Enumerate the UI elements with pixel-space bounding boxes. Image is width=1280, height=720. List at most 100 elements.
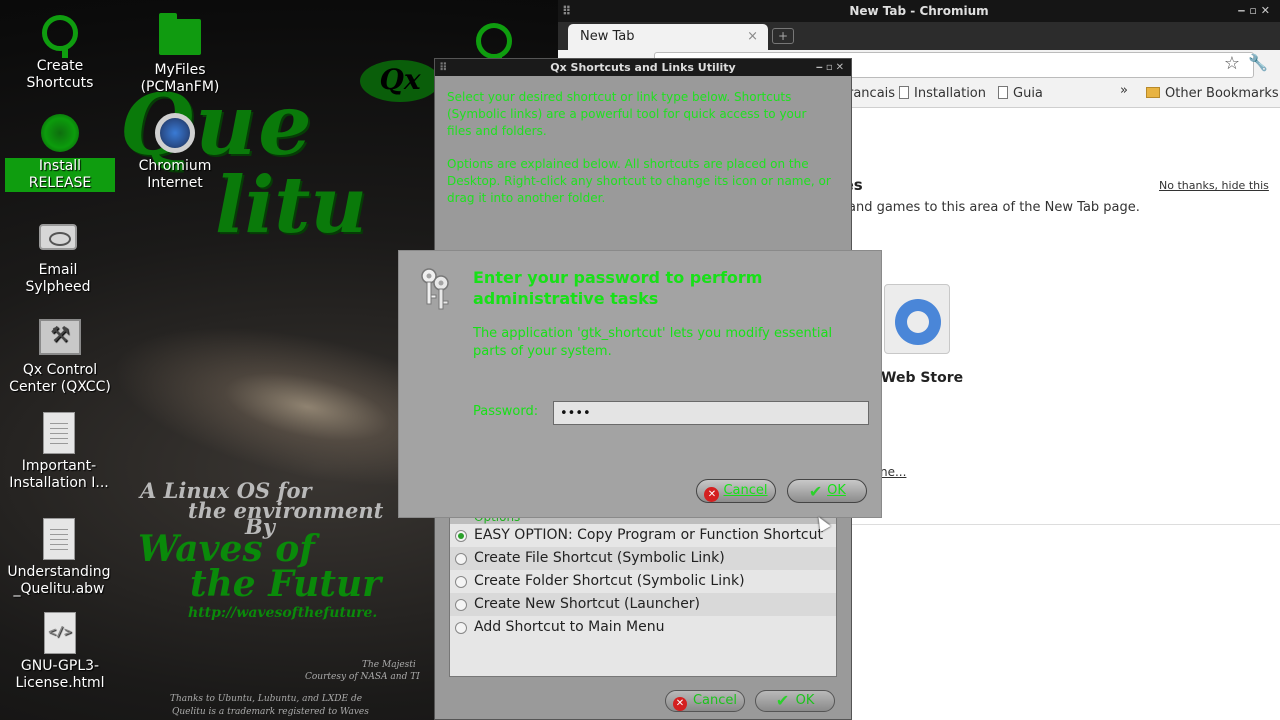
option-label: Create File Shortcut (Symbolic Link) [474, 550, 725, 566]
mail-icon [37, 216, 79, 258]
bookmark-label: Guia [1013, 86, 1043, 101]
wallpaper-qx-badge: Qx [360, 60, 440, 102]
option-new-launcher[interactable]: Create New Shortcut (Launcher) [450, 593, 836, 616]
desktop-icon-install-release[interactable]: Install RELEASE [5, 112, 115, 192]
wallpaper-credit-3: Thanks to Ubuntu, Lubuntu, and LXDE de [170, 694, 363, 704]
password-dialog-heading: Enter your password to perform administr… [473, 268, 763, 308]
chromium-tabstrip: New Tab × + [558, 22, 1280, 50]
chromium-icon [154, 112, 196, 154]
option-folder-shortcut[interactable]: Create Folder Shortcut (Symbolic Link) [450, 570, 836, 593]
desktop-icon-label: Understanding _Quelitu.abw [7, 564, 111, 597]
desktop-icon-label: GNU-GPL3-License.html [15, 658, 105, 691]
tools-icon: ⚒ [39, 316, 81, 358]
folder-icon [159, 13, 201, 58]
ok-button[interactable]: ✔ OK [787, 479, 867, 503]
password-dialog-description: The application 'gtk_shortcut' lets you … [473, 326, 833, 359]
tab-close-icon[interactable]: × [747, 24, 758, 50]
document-icon [38, 412, 80, 454]
install-disc-icon [39, 112, 81, 154]
cancel-icon: ✕ [704, 487, 720, 502]
qx-options-list: Options EASY OPTION: Copy Program or Fun… [449, 509, 837, 677]
desktop-icon-label: Chromium Internet [138, 158, 212, 191]
cancel-icon: ✕ [672, 697, 687, 711]
window-controls[interactable]: ‒▫✕ [1238, 0, 1274, 22]
qx-ok-button[interactable]: ✔ OK [755, 690, 835, 712]
qx-window-title: Qx Shortcuts and Links Utility [550, 61, 736, 74]
desktop-icon-myfiles[interactable]: MyFiles (PCManFM) [125, 13, 235, 96]
desktop-icon-chromium[interactable]: Chromium Internet [120, 112, 230, 192]
desktop-icon-label: Qx Control Center (QXCC) [9, 362, 111, 395]
qx-info-paragraph-2: Options are explained below. All shortcu… [447, 157, 831, 205]
cancel-button[interactable]: ✕ Cancel [696, 479, 776, 503]
qx-info-paragraph-1: Select your desired shortcut or link typ… [447, 90, 807, 138]
desktop-icon-gpl-license[interactable]: </> GNU-GPL3-License.html [5, 612, 115, 692]
desktop-icon-installation-doc[interactable]: Important-Installation I... [4, 412, 114, 492]
wallpaper-credit-1: The Majesti [362, 660, 416, 670]
password-field[interactable] [553, 401, 869, 425]
desktop-icon-label: Create Shortcuts [26, 58, 94, 91]
folder-icon [1146, 87, 1160, 98]
option-label: Add Shortcut to Main Menu [474, 619, 665, 635]
desktop-icon-label: Important-Installation I... [9, 458, 109, 491]
bookmark-guia[interactable]: Guia [998, 86, 1043, 101]
wallpaper-url: http://wavesofthefuture. [188, 605, 378, 621]
option-label: Create Folder Shortcut (Symbolic Link) [474, 573, 745, 589]
bookmark-francais[interactable]: rancais [848, 86, 895, 101]
button-label: Cancel [692, 693, 738, 708]
radio-icon[interactable] [455, 576, 467, 588]
window-controls[interactable]: ‒▫✕ [816, 59, 847, 76]
qx-logo-icon [39, 12, 81, 58]
bookmark-star-icon[interactable]: ☆ [1224, 53, 1240, 74]
qx-cancel-button[interactable]: ✕ Cancel [665, 690, 745, 712]
button-label: OK [827, 483, 846, 498]
desktop-icon-qx-control-center[interactable]: ⚒ Qx Control Center (QXCC) [5, 316, 115, 396]
desktop-icon-understanding-quelitu[interactable]: Understanding _Quelitu.abw [4, 518, 114, 598]
new-tab-button[interactable]: + [772, 28, 794, 44]
drag-grip-icon[interactable]: ⠿ [562, 0, 571, 22]
option-label: EASY OPTION: Copy Program or Function Sh… [474, 527, 823, 543]
code-file-icon: </> [39, 612, 81, 654]
wallpaper-waves-2: the Futur [190, 563, 382, 605]
option-easy-copy[interactable]: EASY OPTION: Copy Program or Function Sh… [450, 524, 836, 547]
other-bookmarks[interactable]: Other Bookmarks [1146, 86, 1279, 101]
wrench-menu-icon[interactable]: 🔧 [1248, 53, 1268, 72]
tab-label: New Tab [580, 29, 635, 44]
option-main-menu[interactable]: Add Shortcut to Main Menu [450, 616, 836, 639]
button-label: OK [795, 693, 815, 708]
document-icon [38, 518, 80, 560]
divider [848, 524, 1280, 525]
desktop-icon-label: Email Sylpheed [25, 262, 91, 295]
web-store-icon[interactable] [884, 284, 950, 354]
wallpaper-credit-2: Courtesy of NASA and TI [305, 672, 420, 682]
qx-info-text: Select your desired shortcut or link typ… [447, 89, 831, 223]
bookmarks-overflow-button[interactable]: » [1120, 83, 1128, 98]
checkmark-icon: ✔ [775, 691, 790, 710]
password-label: Password: [473, 404, 539, 419]
option-label: Create New Shortcut (Launcher) [474, 596, 701, 612]
desktop-icon-label: Install RELEASE [5, 158, 115, 192]
radio-icon[interactable] [455, 599, 467, 611]
checkmark-icon: ✔ [808, 482, 823, 501]
desktop-icon-email-sylpheed[interactable]: Email Sylpheed [3, 216, 113, 296]
tab-new-tab[interactable]: New Tab × [568, 24, 768, 50]
qx-logo-icon [473, 20, 515, 66]
radio-icon[interactable] [455, 622, 467, 634]
page-icon [899, 86, 909, 99]
web-store-label[interactable]: Web Store [881, 370, 963, 386]
ntp-dismiss-link[interactable]: No thanks, hide this [1159, 179, 1269, 192]
button-label: Cancel [723, 483, 768, 498]
option-file-shortcut[interactable]: Create File Shortcut (Symbolic Link) [450, 547, 836, 570]
drag-grip-icon[interactable]: ⠿ [439, 59, 448, 76]
password-dialog: Enter your password to perform administr… [398, 250, 882, 518]
radio-selected-icon[interactable] [455, 530, 467, 542]
ntp-more-link[interactable]: ne... [880, 465, 906, 479]
qx-titlebar[interactable]: ⠿ Qx Shortcuts and Links Utility ‒▫✕ [435, 59, 851, 76]
desktop-icon-create-shortcuts[interactable]: Create Shortcuts [5, 12, 115, 92]
bookmark-label: Installation [914, 86, 987, 101]
chromium-titlebar[interactable]: ⠿ New Tab - Chromium ‒▫✕ [558, 0, 1280, 22]
radio-icon[interactable] [455, 553, 467, 565]
bookmark-installation[interactable]: Installation [899, 86, 986, 101]
page-icon [998, 86, 1008, 99]
other-bookmarks-label: Other Bookmarks [1165, 86, 1279, 101]
desktop-icon-label: MyFiles (PCManFM) [140, 62, 220, 95]
